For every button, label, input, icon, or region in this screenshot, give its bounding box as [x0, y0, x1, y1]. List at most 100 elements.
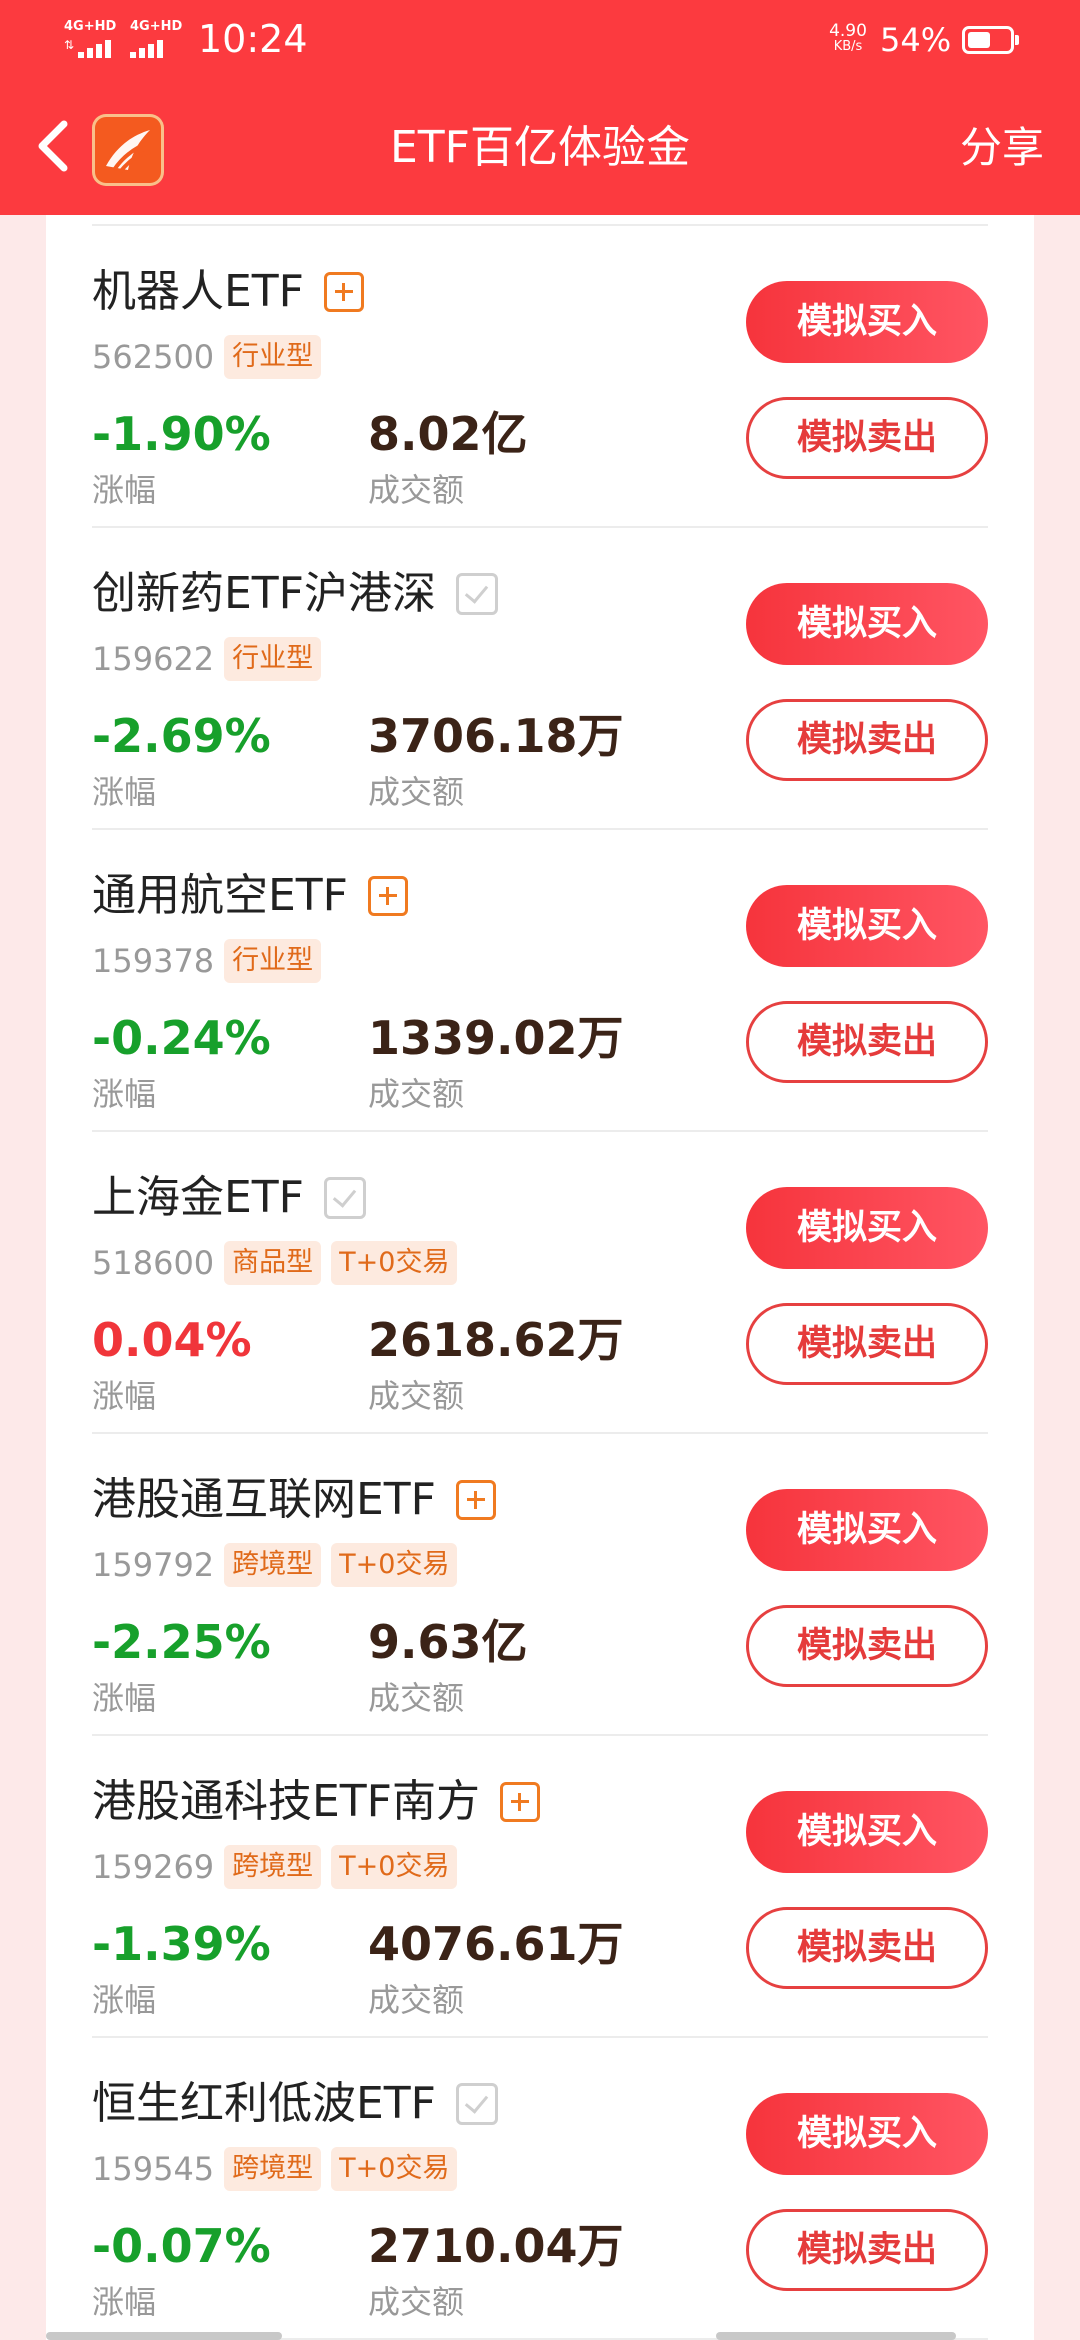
sim2-label: 4G+HD: [130, 19, 183, 34]
etf-name-row: 机器人ETF: [92, 262, 364, 322]
page-title: ETF百亿体验金: [390, 122, 690, 173]
etf-code-row: 562500 行业型: [92, 334, 322, 380]
in-watchlist-check-icon[interactable]: [324, 1177, 366, 1219]
etf-volume-label: 成交额: [368, 1981, 465, 2019]
etf-code: 159269: [92, 1848, 215, 1886]
etf-tag: T+0交易: [331, 1543, 458, 1587]
etf-name-row: 创新药ETF沪港深: [92, 564, 498, 624]
simulate-sell-button[interactable]: 模拟卖出: [746, 397, 988, 479]
etf-name-row: 恒生红利低波ETF: [92, 2074, 498, 2134]
simulate-sell-button[interactable]: 模拟卖出: [746, 1605, 988, 1687]
etf-list-item[interactable]: 港股通互联网ETF 159792 跨境型 T+0交易 -2.25% 涨幅 9.63…: [46, 1434, 1034, 1736]
etf-list-item[interactable]: 创新药ETF沪港深 159622 行业型 -2.69% 涨幅 3706.18万 …: [46, 528, 1034, 830]
etf-change-value: -0.07%: [92, 2219, 271, 2273]
etf-volume-value: 8.02亿: [368, 407, 528, 461]
etf-tag: T+0交易: [331, 1241, 458, 1285]
etf-code: 159545: [92, 2150, 215, 2188]
etf-name[interactable]: 机器人ETF: [92, 262, 304, 322]
add-watchlist-icon[interactable]: [368, 876, 408, 916]
etf-tag: 行业型: [224, 637, 322, 681]
etf-list-card: 0.31% 涨幅 17.40亿 成交额 模拟买入 模拟卖出 机器人ETF 562…: [46, 0, 1034, 2340]
simulate-buy-button[interactable]: 模拟买入: [746, 281, 988, 363]
status-bar: 4G+HD ⇅ 4G+HD 10:24 4.90 KB/s 54%: [0, 0, 1080, 84]
etf-code-row: 159792 跨境型 T+0交易: [92, 1542, 458, 1588]
etf-name[interactable]: 通用航空ETF: [92, 866, 348, 926]
etf-name-row: 港股通互联网ETF: [92, 1470, 496, 1530]
etf-change-label: 涨幅: [92, 2283, 157, 2321]
etf-change-label: 涨幅: [92, 1377, 157, 1415]
etf-list-item[interactable]: 恒生红利低波ETF 159545 跨境型 T+0交易 -0.07% 涨幅 2710…: [46, 2038, 1034, 2340]
etf-code: 518600: [92, 1244, 215, 1282]
etf-change-label: 涨幅: [92, 1981, 157, 2019]
etf-code-row: 518600 商品型 T+0交易: [92, 1240, 458, 1286]
etf-name[interactable]: 恒生红利低波ETF: [92, 2074, 436, 2134]
etf-code: 159792: [92, 1546, 215, 1584]
gesture-hint: [46, 2332, 282, 2340]
etf-code-row: 159622 行业型: [92, 636, 322, 682]
simulate-sell-button[interactable]: 模拟卖出: [746, 699, 988, 781]
net-speed-value: 4.90: [829, 21, 867, 41]
etf-volume-value: 4076.61万: [368, 1917, 624, 1971]
etf-tag: 跨境型: [224, 1845, 322, 1889]
etf-volume-label: 成交额: [368, 471, 465, 509]
etf-list-item[interactable]: 港股通科技ETF南方 159269 跨境型 T+0交易 -1.39% 涨幅 407…: [46, 1736, 1034, 2038]
etf-code: 562500: [92, 338, 215, 376]
etf-change-label: 涨幅: [92, 1075, 157, 1113]
etf-tag: T+0交易: [331, 1845, 458, 1889]
simulate-sell-button[interactable]: 模拟卖出: [746, 2209, 988, 2291]
simulate-buy-button[interactable]: 模拟买入: [746, 1489, 988, 1571]
simulate-buy-button[interactable]: 模拟买入: [746, 885, 988, 967]
add-watchlist-icon[interactable]: [456, 1480, 496, 1520]
etf-change-value: -1.39%: [92, 1917, 271, 1971]
etf-change-value: -2.69%: [92, 709, 271, 763]
etf-tag: 跨境型: [224, 1543, 322, 1587]
etf-volume-label: 成交额: [368, 1075, 465, 1113]
etf-volume-value: 3706.18万: [368, 709, 624, 763]
etf-tag: 行业型: [224, 335, 322, 379]
etf-name-row: 通用航空ETF: [92, 866, 408, 926]
simulate-sell-button[interactable]: 模拟卖出: [746, 1907, 988, 1989]
etf-name[interactable]: 创新药ETF沪港深: [92, 564, 436, 624]
add-watchlist-icon[interactable]: [500, 1782, 540, 1822]
etf-name[interactable]: 港股通科技ETF南方: [92, 1772, 480, 1832]
etf-volume-value: 1339.02万: [368, 1011, 624, 1065]
simulate-sell-button[interactable]: 模拟卖出: [746, 1303, 988, 1385]
share-button[interactable]: 分享: [960, 118, 1044, 178]
etf-name[interactable]: 上海金ETF: [92, 1168, 304, 1228]
simulate-buy-button[interactable]: 模拟买入: [746, 1791, 988, 1873]
etf-code-row: 159545 跨境型 T+0交易: [92, 2146, 458, 2192]
simulate-buy-button[interactable]: 模拟买入: [746, 2093, 988, 2175]
etf-change-value: -0.24%: [92, 1011, 271, 1065]
app-logo-icon: [92, 114, 164, 186]
net-speed: 4.90 KB/s: [822, 22, 874, 54]
etf-volume-label: 成交额: [368, 1679, 465, 1717]
etf-list-item[interactable]: 上海金ETF 518600 商品型 T+0交易 0.04% 涨幅 2618.62万…: [46, 1132, 1034, 1434]
etf-name-row: 港股通科技ETF南方: [92, 1772, 540, 1832]
add-watchlist-icon[interactable]: [324, 272, 364, 312]
etf-code-row: 159378 行业型: [92, 938, 322, 984]
etf-list[interactable]: 0.31% 涨幅 17.40亿 成交额 模拟买入 模拟卖出 机器人ETF 562…: [46, 0, 1034, 2340]
simulate-sell-button[interactable]: 模拟卖出: [746, 1001, 988, 1083]
nav-bar: ETF百亿体验金 分享: [0, 84, 1080, 215]
etf-tag: 行业型: [224, 939, 322, 983]
etf-list-item[interactable]: 通用航空ETF 159378 行业型 -0.24% 涨幅 1339.02万 成交…: [46, 830, 1034, 1132]
in-watchlist-check-icon[interactable]: [456, 573, 498, 615]
etf-change-value: 0.04%: [92, 1313, 252, 1367]
chevron-left-icon: [38, 120, 68, 172]
simulate-buy-button[interactable]: 模拟买入: [746, 583, 988, 665]
etf-volume-label: 成交额: [368, 773, 465, 811]
etf-volume-value: 2618.62万: [368, 1313, 624, 1367]
etf-code-row: 159269 跨境型 T+0交易: [92, 1844, 458, 1890]
etf-change-value: -2.25%: [92, 1615, 271, 1669]
etf-volume-value: 2710.04万: [368, 2219, 624, 2273]
status-time: 10:24: [198, 17, 308, 61]
etf-list-item[interactable]: 机器人ETF 562500 行业型 -1.90% 涨幅 8.02亿 成交额 模拟…: [46, 226, 1034, 528]
back-button[interactable]: [28, 114, 84, 178]
etf-tag: T+0交易: [331, 2147, 458, 2191]
in-watchlist-check-icon[interactable]: [456, 2083, 498, 2125]
etf-change-value: -1.90%: [92, 407, 271, 461]
simulate-buy-button[interactable]: 模拟买入: [746, 1187, 988, 1269]
etf-tag: 商品型: [224, 1241, 322, 1285]
etf-change-label: 涨幅: [92, 471, 157, 509]
etf-name[interactable]: 港股通互联网ETF: [92, 1470, 436, 1530]
